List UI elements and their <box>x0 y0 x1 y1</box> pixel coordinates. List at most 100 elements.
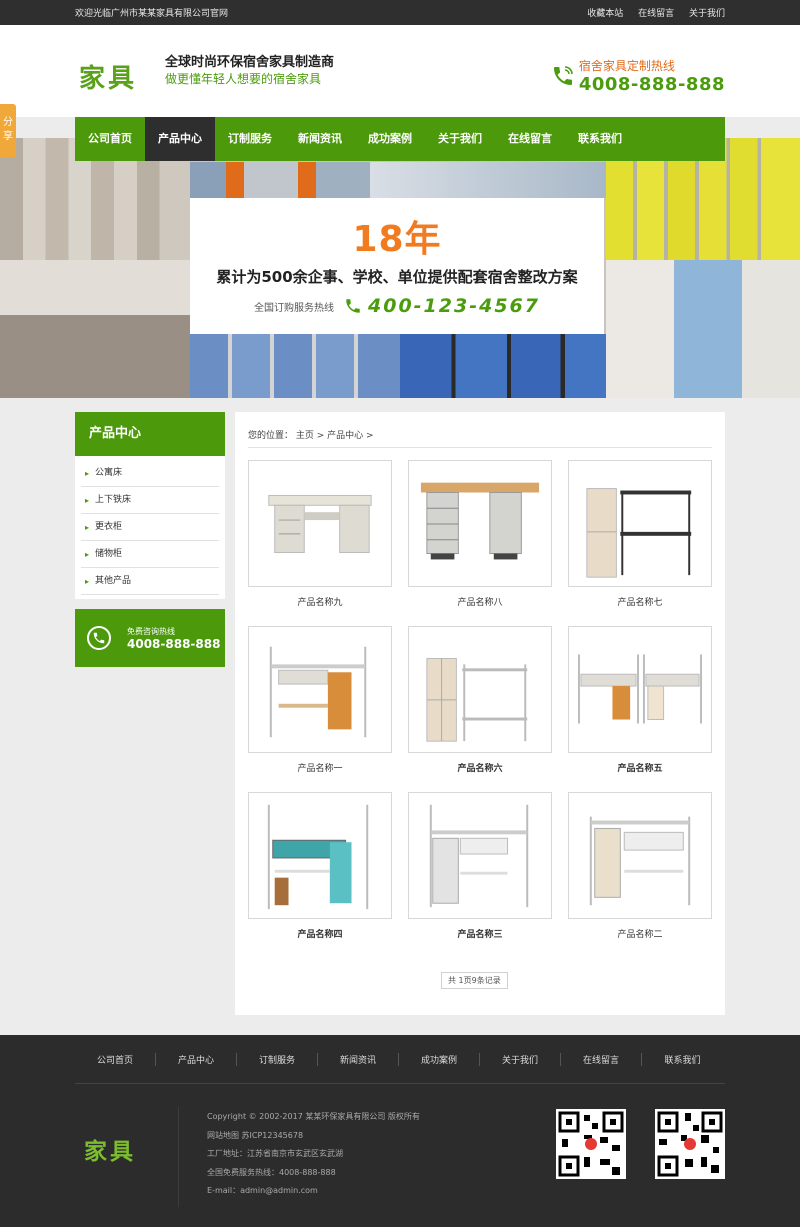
sidebar-item-wardrobe[interactable]: 更衣柜 <box>81 514 219 541</box>
product-content: 您的位置： 主页 > 产品中心 > 产品名称九 产品名称八 产品名称七 产品名称… <box>235 412 725 1015</box>
banner-hotline-label: 全国订购服务热线 <box>254 302 334 314</box>
product-image[interactable] <box>568 626 712 753</box>
banner-headline: 累计为500余企事、学校、单位提供配套宿舍整改方案 <box>216 268 578 286</box>
product-card[interactable]: 产品名称九 <box>248 460 392 608</box>
sidebar-item-storage[interactable]: 储物柜 <box>81 541 219 568</box>
product-card[interactable]: 产品名称七 <box>568 460 712 608</box>
product-card[interactable]: 产品名称八 <box>408 460 552 608</box>
dorm-photo <box>606 260 800 398</box>
product-name[interactable]: 产品名称一 <box>248 761 392 774</box>
main-nav: 公司首页 产品中心 订制服务 新闻资讯 成功案例 关于我们 在线留言 联系我们 <box>75 117 725 161</box>
sidebar-list: 公寓床 上下铁床 更衣柜 储物柜 其他产品 <box>75 456 225 599</box>
product-name[interactable]: 产品名称六 <box>408 761 552 774</box>
share-char: 享 <box>3 131 13 142</box>
welcome-text: 欢迎光临广州市某某家具有限公司官网 <box>75 9 229 19</box>
product-image[interactable] <box>568 792 712 919</box>
footer-nav-cases[interactable]: 成功案例 <box>399 1052 480 1066</box>
product-image[interactable] <box>248 460 392 587</box>
product-name[interactable]: 产品名称四 <box>248 927 392 940</box>
product-name[interactable]: 产品名称三 <box>408 927 552 940</box>
header: 家具 全球时尚环保宿舍家具制造商 做更懂年轻人想要的宿舍家具 宿舍家具定制热线 … <box>0 25 800 117</box>
nav-news[interactable]: 新闻资讯 <box>285 117 355 161</box>
product-name[interactable]: 产品名称九 <box>248 595 392 608</box>
footer-logo: 家具 <box>84 1139 136 1165</box>
product-image[interactable] <box>568 460 712 587</box>
nav-about[interactable]: 关于我们 <box>425 117 495 161</box>
nav-custom[interactable]: 订制服务 <box>215 117 285 161</box>
footer-info: Copyright © 2002-2017 某某环保家具有限公司 版权所有 网站… <box>207 1108 420 1201</box>
footer-nav-home[interactable]: 公司首页 <box>75 1052 156 1066</box>
bookmark-link[interactable]: 收藏本站 <box>587 9 623 19</box>
dorm-photo <box>0 260 190 398</box>
banner-years: 18年 <box>352 219 442 260</box>
qr-code <box>556 1109 626 1179</box>
hotline-label: 宿舍家具定制热线 <box>578 59 675 73</box>
locker-photo <box>190 162 370 198</box>
phone-icon <box>346 299 360 313</box>
banner-hotline-number: 400-123-4567 <box>368 295 540 317</box>
sidebar-item-other[interactable]: 其他产品 <box>81 568 219 595</box>
bunk-photo <box>370 162 606 198</box>
header-hotline: 宿舍家具定制热线 4008-888-888 <box>551 57 725 95</box>
locker-photo <box>190 334 400 398</box>
product-card[interactable]: 产品名称四 <box>248 792 392 940</box>
phone-icon <box>553 66 573 85</box>
product-image[interactable] <box>408 792 552 919</box>
product-image[interactable] <box>248 792 392 919</box>
footer-hotline: 全国免费服务热线：4008-888-888 <box>207 1167 336 1177</box>
footer-nav-about[interactable]: 关于我们 <box>480 1052 561 1066</box>
sidebar-item-apartment-bed[interactable]: 公寓床 <box>81 460 219 487</box>
product-card[interactable]: 产品名称三 <box>408 792 552 940</box>
product-image[interactable] <box>408 460 552 587</box>
product-name[interactable]: 产品名称七 <box>568 595 712 608</box>
footer: 公司首页 产品中心 订制服务 新闻资讯 成功案例 关于我们 在线留言 联系我们 … <box>0 1035 800 1227</box>
qr-code <box>655 1109 725 1179</box>
footer-nav-contact[interactable]: 联系我们 <box>642 1053 723 1066</box>
pagination-info: 共 1页9条记录 <box>441 972 508 989</box>
footer-nav-products[interactable]: 产品中心 <box>156 1052 237 1066</box>
hotline-number: 4008-888-888 <box>578 74 725 95</box>
product-card[interactable]: 产品名称二 <box>568 792 712 940</box>
locker-photo <box>400 334 606 398</box>
product-name[interactable]: 产品名称八 <box>408 595 552 608</box>
about-link[interactable]: 关于我们 <box>689 9 725 19</box>
sidebar: 产品中心 公寓床 上下铁床 更衣柜 储物柜 其他产品 免费咨询热线 4008-8… <box>75 412 225 667</box>
banner-hotline: 全国订购服务热线 400-123-4567 <box>190 295 604 317</box>
nav-cases[interactable]: 成功案例 <box>355 117 425 161</box>
product-name[interactable]: 产品名称五 <box>568 761 712 774</box>
contact-number: 4008-888-888 <box>127 636 221 651</box>
sidebar-title: 产品中心 <box>75 412 225 456</box>
share-char: 分 <box>3 117 13 128</box>
slogan-sub: 做更懂年轻人想要的宿舍家具 <box>165 72 322 86</box>
breadcrumb: 您的位置： 主页 > 产品中心 > <box>248 412 712 448</box>
hero-banner: 18年 累计为500余企事、学校、单位提供配套宿舍整改方案 全国订购服务热线 4… <box>0 138 800 398</box>
slogan-main: 全球时尚环保宿舍家具制造商 <box>165 55 335 70</box>
banner-card: 18年 累计为500余企事、学校、单位提供配套宿舍整改方案 全国订购服务热线 4… <box>190 198 604 334</box>
product-name[interactable]: 产品名称二 <box>568 927 712 940</box>
product-image[interactable] <box>248 626 392 753</box>
contact-label: 免费咨询热线 <box>127 626 175 636</box>
footer-nav-message[interactable]: 在线留言 <box>561 1052 642 1066</box>
phone-icon <box>87 626 111 650</box>
message-link[interactable]: 在线留言 <box>638 9 674 19</box>
footer-nav: 公司首页 产品中心 订制服务 新闻资讯 成功案例 关于我们 在线留言 联系我们 <box>75 1035 725 1084</box>
share-tab[interactable]: 分 享 <box>0 104 16 158</box>
sidebar-contact: 免费咨询热线 4008-888-888 <box>75 609 225 667</box>
nav-products[interactable]: 产品中心 <box>145 117 215 161</box>
logo[interactable]: 家具 <box>79 58 137 95</box>
product-card[interactable]: 产品名称一 <box>248 626 392 774</box>
copyright-text: Copyright © 2002-2017 某某环保家具有限公司 版权所有 <box>207 1112 420 1121</box>
product-card[interactable]: 产品名称六 <box>408 626 552 774</box>
top-bar: 欢迎光临广州市某某家具有限公司官网 收藏本站 在线留言 关于我们 <box>0 0 800 25</box>
slogan: 全球时尚环保宿舍家具制造商 做更懂年轻人想要的宿舍家具 <box>165 55 334 87</box>
product-card[interactable]: 产品名称五 <box>568 626 712 774</box>
footer-email: E-mail：admin@admin.com <box>207 1186 318 1195</box>
footer-nav-custom[interactable]: 订制服务 <box>237 1052 318 1066</box>
nav-home[interactable]: 公司首页 <box>75 117 145 161</box>
sidebar-item-bunk-bed[interactable]: 上下铁床 <box>81 487 219 514</box>
sitemap-icp[interactable]: 网站地图 苏ICP12345678 <box>207 1127 420 1146</box>
footer-nav-news[interactable]: 新闻资讯 <box>318 1052 399 1066</box>
nav-message[interactable]: 在线留言 <box>495 117 565 161</box>
nav-contact[interactable]: 联系我们 <box>565 117 635 161</box>
product-image[interactable] <box>408 626 552 753</box>
